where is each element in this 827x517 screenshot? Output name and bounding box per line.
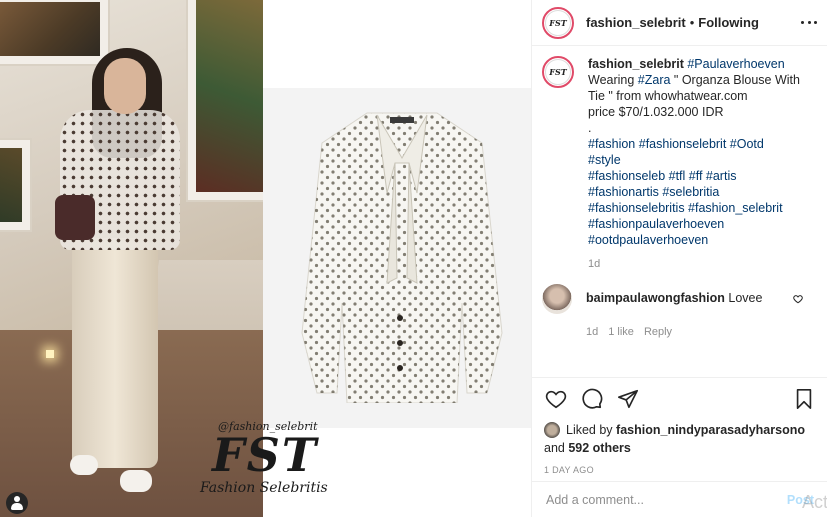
hashtag[interactable]: #fashionselebrit: [639, 137, 727, 151]
watermark-logo: FST: [212, 428, 319, 482]
caption-avatar-logo: FST: [545, 59, 571, 85]
hashtag[interactable]: #Ootd: [730, 137, 764, 151]
post-header: FST fashion_selebrit • Following: [532, 0, 827, 46]
more-options-icon[interactable]: [801, 14, 817, 30]
likes-others[interactable]: 592 others: [568, 441, 631, 455]
comment-username[interactable]: baimpaulawongfashion: [586, 291, 725, 305]
heart-icon[interactable]: [544, 387, 568, 411]
hashtag[interactable]: #fashionselebritis #fashion_selebrit: [588, 200, 808, 216]
add-comment-bar: Add a comment... Post Acti: [532, 481, 827, 517]
hashtag[interactable]: #fashionpaulaverhoeven: [588, 216, 808, 232]
hashtag[interactable]: #fashion: [588, 137, 635, 151]
post-panel: FST fashion_selebrit • Following FST fas…: [531, 0, 827, 517]
hashtag[interactable]: #fashionseleb #tfl #ff #artis: [588, 168, 808, 184]
activation-watermark: Acti: [801, 492, 827, 512]
watermark-name: Fashion Selebritis: [200, 480, 328, 496]
comment: baimpaulawongfashion Lovee: [542, 284, 817, 314]
caption-avatar[interactable]: FST: [542, 56, 574, 88]
avatar[interactable]: FST: [542, 6, 574, 39]
comment-avatar[interactable]: [542, 284, 572, 314]
comment-body: baimpaulawongfashion Lovee: [586, 290, 762, 314]
likes-summary: Liked by fashion_nindyparasadyharsono: [544, 422, 816, 438]
post-modal: @fashion_selebrit FST Fashion Selebritis…: [0, 0, 827, 517]
comment-icon[interactable]: [580, 387, 604, 411]
caption-username[interactable]: fashion_selebrit: [588, 57, 684, 71]
comments-section: FST fashion_selebrit #Paulaverhoeven Wea…: [532, 46, 827, 372]
hashtag[interactable]: #style: [588, 152, 808, 168]
caption-line-prefix: Wearing: [588, 73, 638, 87]
comment-likes[interactable]: 1 like: [608, 326, 634, 338]
liker-username[interactable]: fashion_nindyparasadyharsono: [616, 423, 805, 437]
blouse-image: [301, 112, 503, 403]
hashtag[interactable]: #Paulaverhoeven: [687, 57, 784, 71]
hashtag[interactable]: #fashionartis #selebritia: [588, 184, 808, 200]
following-button[interactable]: Following: [698, 15, 759, 30]
action-bar: [544, 386, 816, 412]
comment-meta: 1d 1 like Reply: [586, 326, 817, 338]
liker-avatar[interactable]: [544, 422, 560, 438]
likes-others-row: and 592 others: [544, 441, 816, 455]
caption-price: price $70/1.032.000 IDR: [588, 105, 724, 119]
hashtag[interactable]: #Zara: [638, 73, 671, 87]
post-actions: Liked by fashion_nindyparasadyharsono an…: [532, 377, 827, 475]
comment-text: Lovee: [728, 291, 763, 305]
avatar-logo: FST: [545, 9, 571, 36]
bookmark-icon[interactable]: [792, 387, 816, 411]
tagged-users-icon[interactable]: [6, 492, 28, 514]
post-media[interactable]: @fashion_selebrit FST Fashion Selebritis: [0, 0, 531, 517]
product-photo: [263, 88, 531, 428]
likes-and: and: [544, 441, 569, 455]
comment-input[interactable]: Add a comment...: [546, 493, 644, 507]
caption: FST fashion_selebrit #Paulaverhoeven Wea…: [542, 56, 817, 248]
hashtag[interactable]: #ootdpaulaverhoeven: [588, 232, 808, 248]
comment-like-icon[interactable]: [793, 294, 803, 307]
brand-watermark: @fashion_selebrit FST Fashion Selebritis: [200, 420, 330, 515]
share-icon[interactable]: [616, 387, 640, 411]
header-username[interactable]: fashion_selebrit: [586, 15, 686, 30]
reply-button[interactable]: Reply: [644, 326, 672, 338]
caption-text: fashion_selebrit #Paulaverhoeven Wearing…: [588, 56, 808, 248]
header-separator: •: [689, 15, 695, 30]
caption-dot: .: [588, 121, 592, 135]
caption-time: 1d: [588, 258, 601, 270]
liked-by-prefix: Liked by: [566, 423, 613, 437]
post-date[interactable]: 1 DAY AGO: [544, 465, 816, 475]
comment-time: 1d: [586, 326, 599, 338]
